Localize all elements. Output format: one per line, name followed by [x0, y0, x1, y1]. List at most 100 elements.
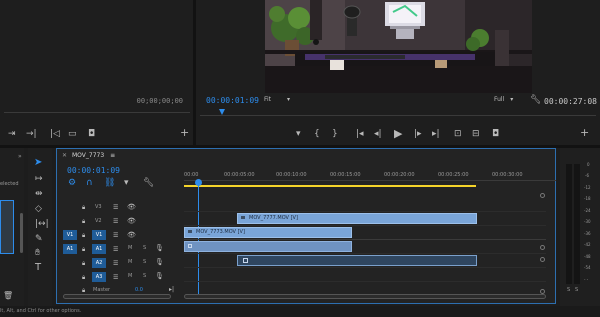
nest-icon[interactable]: ⚙	[68, 179, 76, 188]
plus-icon[interactable]: +	[180, 127, 189, 138]
meter-bar-right	[574, 164, 580, 284]
lock-icon[interactable]: 🔒︎	[82, 217, 85, 226]
timeline-zoom-scrollbar-track[interactable]	[184, 294, 546, 299]
chevron-down-icon: ▾	[286, 96, 290, 103]
meter-solo-right[interactable]: S	[575, 287, 578, 293]
program-current-time[interactable]: 00:00:01:09	[206, 96, 259, 105]
source-scrub-bar[interactable]	[4, 112, 190, 116]
trash-icon[interactable]: 🗑︎	[3, 291, 13, 300]
mark-out-icon[interactable]: }	[332, 130, 338, 139]
scroll-handle[interactable]	[540, 257, 545, 262]
master-volume-value[interactable]: 0.0	[135, 287, 143, 293]
track-area[interactable]: MOV_7777.MOV [V] MOV_7773.MOV [V]	[184, 193, 546, 297]
wrench-icon[interactable]: 🔧︎	[143, 179, 154, 188]
pen-tool-icon[interactable]: ✎	[35, 235, 43, 244]
quality-dropdown-label: Full	[494, 96, 505, 103]
track-select-icon[interactable]: ↦	[35, 175, 43, 184]
mute-button-a3[interactable]: M	[128, 273, 132, 279]
panel-menu-icon[interactable]: ≡	[110, 152, 115, 159]
video-clip-v1[interactable]: MOV_7773.MOV [V]	[184, 227, 352, 238]
work-area-bar[interactable]	[184, 185, 476, 187]
microphone-icon[interactable]: 🎙︎	[155, 244, 164, 253]
linked-selection-icon[interactable]: ⛓︎	[104, 179, 115, 188]
audio-clip-a2[interactable]	[237, 255, 477, 266]
time-ruler[interactable]: 00:00 00:00:05:00 00:00:10:00 00:00:15:0…	[184, 169, 556, 191]
sync-lock-icon[interactable]: ☰	[113, 245, 118, 254]
lock-icon[interactable]: 🔒︎	[82, 259, 85, 268]
program-scrub-bar[interactable]	[200, 115, 596, 116]
chevron-down-icon: ▾	[510, 96, 514, 103]
sync-lock-icon[interactable]: ☰	[113, 217, 118, 226]
step-back-icon[interactable]: ◂|	[374, 130, 382, 139]
project-scrollbar[interactable]	[20, 213, 23, 253]
meter-solo-left[interactable]: S	[567, 287, 570, 293]
microphone-icon[interactable]: 🎙︎	[155, 258, 164, 267]
sequence-tab[interactable]: MOV_7773 ≡	[72, 152, 115, 159]
sync-lock-icon[interactable]: ☰	[113, 203, 118, 212]
meter-label: -24	[584, 208, 591, 213]
eye-icon[interactable]: 👁︎	[127, 203, 136, 212]
eye-icon[interactable]: 👁︎	[127, 231, 136, 240]
track-label-a3[interactable]: A3	[92, 272, 106, 282]
scroll-handle[interactable]	[540, 245, 545, 250]
razor-tool-icon[interactable]: ◇	[35, 205, 42, 214]
track-label-v1[interactable]: V1	[92, 230, 106, 240]
marker-icon[interactable]: ▾	[124, 179, 129, 188]
go-to-end-icon[interactable]: ▸|	[169, 285, 174, 294]
video-clip-v2[interactable]: MOV_7777.MOV [V]	[237, 213, 477, 224]
collapse-arrow-icon[interactable]: »	[18, 153, 22, 160]
track-label-a2[interactable]: A2	[92, 258, 106, 268]
slip-tool-icon[interactable]: |↔|	[35, 220, 49, 229]
solo-button-a1[interactable]: S	[143, 245, 146, 251]
lock-icon[interactable]: 🔒︎	[82, 273, 85, 282]
timeline-close-icon[interactable]: ✕	[62, 152, 67, 159]
timeline-current-time[interactable]: 00:00:01:09	[67, 166, 120, 175]
snap-icon[interactable]: ∩	[86, 179, 93, 188]
lift-icon[interactable]: ⊡	[454, 130, 462, 139]
audio-clip-a1[interactable]	[184, 241, 352, 252]
quality-dropdown[interactable]: Full ▾	[494, 96, 522, 105]
selection-tool-icon[interactable]: ➤	[34, 157, 46, 169]
scroll-handle[interactable]	[540, 193, 545, 198]
microphone-icon[interactable]: 🎙︎	[155, 272, 164, 281]
step-forward-icon[interactable]: |▸	[414, 130, 422, 139]
sequence-name: MOV_7773	[72, 152, 105, 159]
hand-tool-icon[interactable]: ✋︎	[35, 249, 40, 258]
lock-icon[interactable]: 🔒︎	[82, 231, 85, 240]
sync-lock-icon[interactable]: ☰	[113, 273, 118, 282]
go-to-in-icon[interactable]: →|	[26, 130, 37, 139]
solo-button-a2[interactable]: S	[143, 259, 146, 265]
project-thumbnail[interactable]	[0, 200, 14, 254]
camera-icon[interactable]: ◘	[492, 130, 499, 139]
play-icon[interactable]: ▶	[394, 128, 402, 139]
mark-in-icon[interactable]: ⇥	[8, 130, 16, 139]
program-monitor: 00:00:01:09 Fit ▾ Full ▾ 🔧︎ 00:00:27:08 …	[196, 0, 600, 145]
extract-icon[interactable]: ⊟	[472, 130, 480, 139]
mark-in-icon[interactable]: {	[314, 130, 320, 139]
step-icon[interactable]: |◁	[50, 130, 60, 139]
fit-dropdown[interactable]: Fit ▾	[264, 96, 296, 105]
lock-icon[interactable]: 🔒︎	[82, 203, 85, 212]
wrench-icon[interactable]: 🔧︎	[530, 96, 541, 105]
source-track-v1[interactable]: V1	[63, 230, 77, 240]
mute-button-a2[interactable]: M	[128, 259, 132, 265]
track-label-v2: V2	[95, 218, 102, 224]
go-to-out-icon[interactable]: ▸|	[432, 130, 440, 139]
type-tool-icon[interactable]: T	[35, 263, 41, 273]
solo-button-a3[interactable]: S	[143, 273, 146, 279]
plus-icon[interactable]: +	[580, 127, 589, 138]
mute-button-a1[interactable]: M	[128, 245, 132, 251]
camera-icon[interactable]: ◘	[88, 130, 95, 139]
ripple-edit-icon[interactable]: ⇹	[35, 190, 43, 199]
ruler-tick: 00:00:25:00	[438, 172, 469, 178]
go-to-in-icon[interactable]: |◂	[356, 130, 364, 139]
timeline-zoom-scrollbar[interactable]	[63, 294, 171, 299]
sync-lock-icon[interactable]: ☰	[113, 259, 118, 268]
track-label-a1[interactable]: A1	[92, 244, 106, 254]
source-track-a1[interactable]: A1	[63, 244, 77, 254]
overwrite-icon[interactable]: ▭	[68, 130, 77, 139]
add-marker-icon[interactable]: ▾	[296, 130, 301, 139]
eye-icon[interactable]: 👁︎	[127, 217, 136, 226]
sync-lock-icon[interactable]: ☰	[113, 231, 118, 240]
lock-icon[interactable]: 🔒︎	[82, 245, 85, 254]
